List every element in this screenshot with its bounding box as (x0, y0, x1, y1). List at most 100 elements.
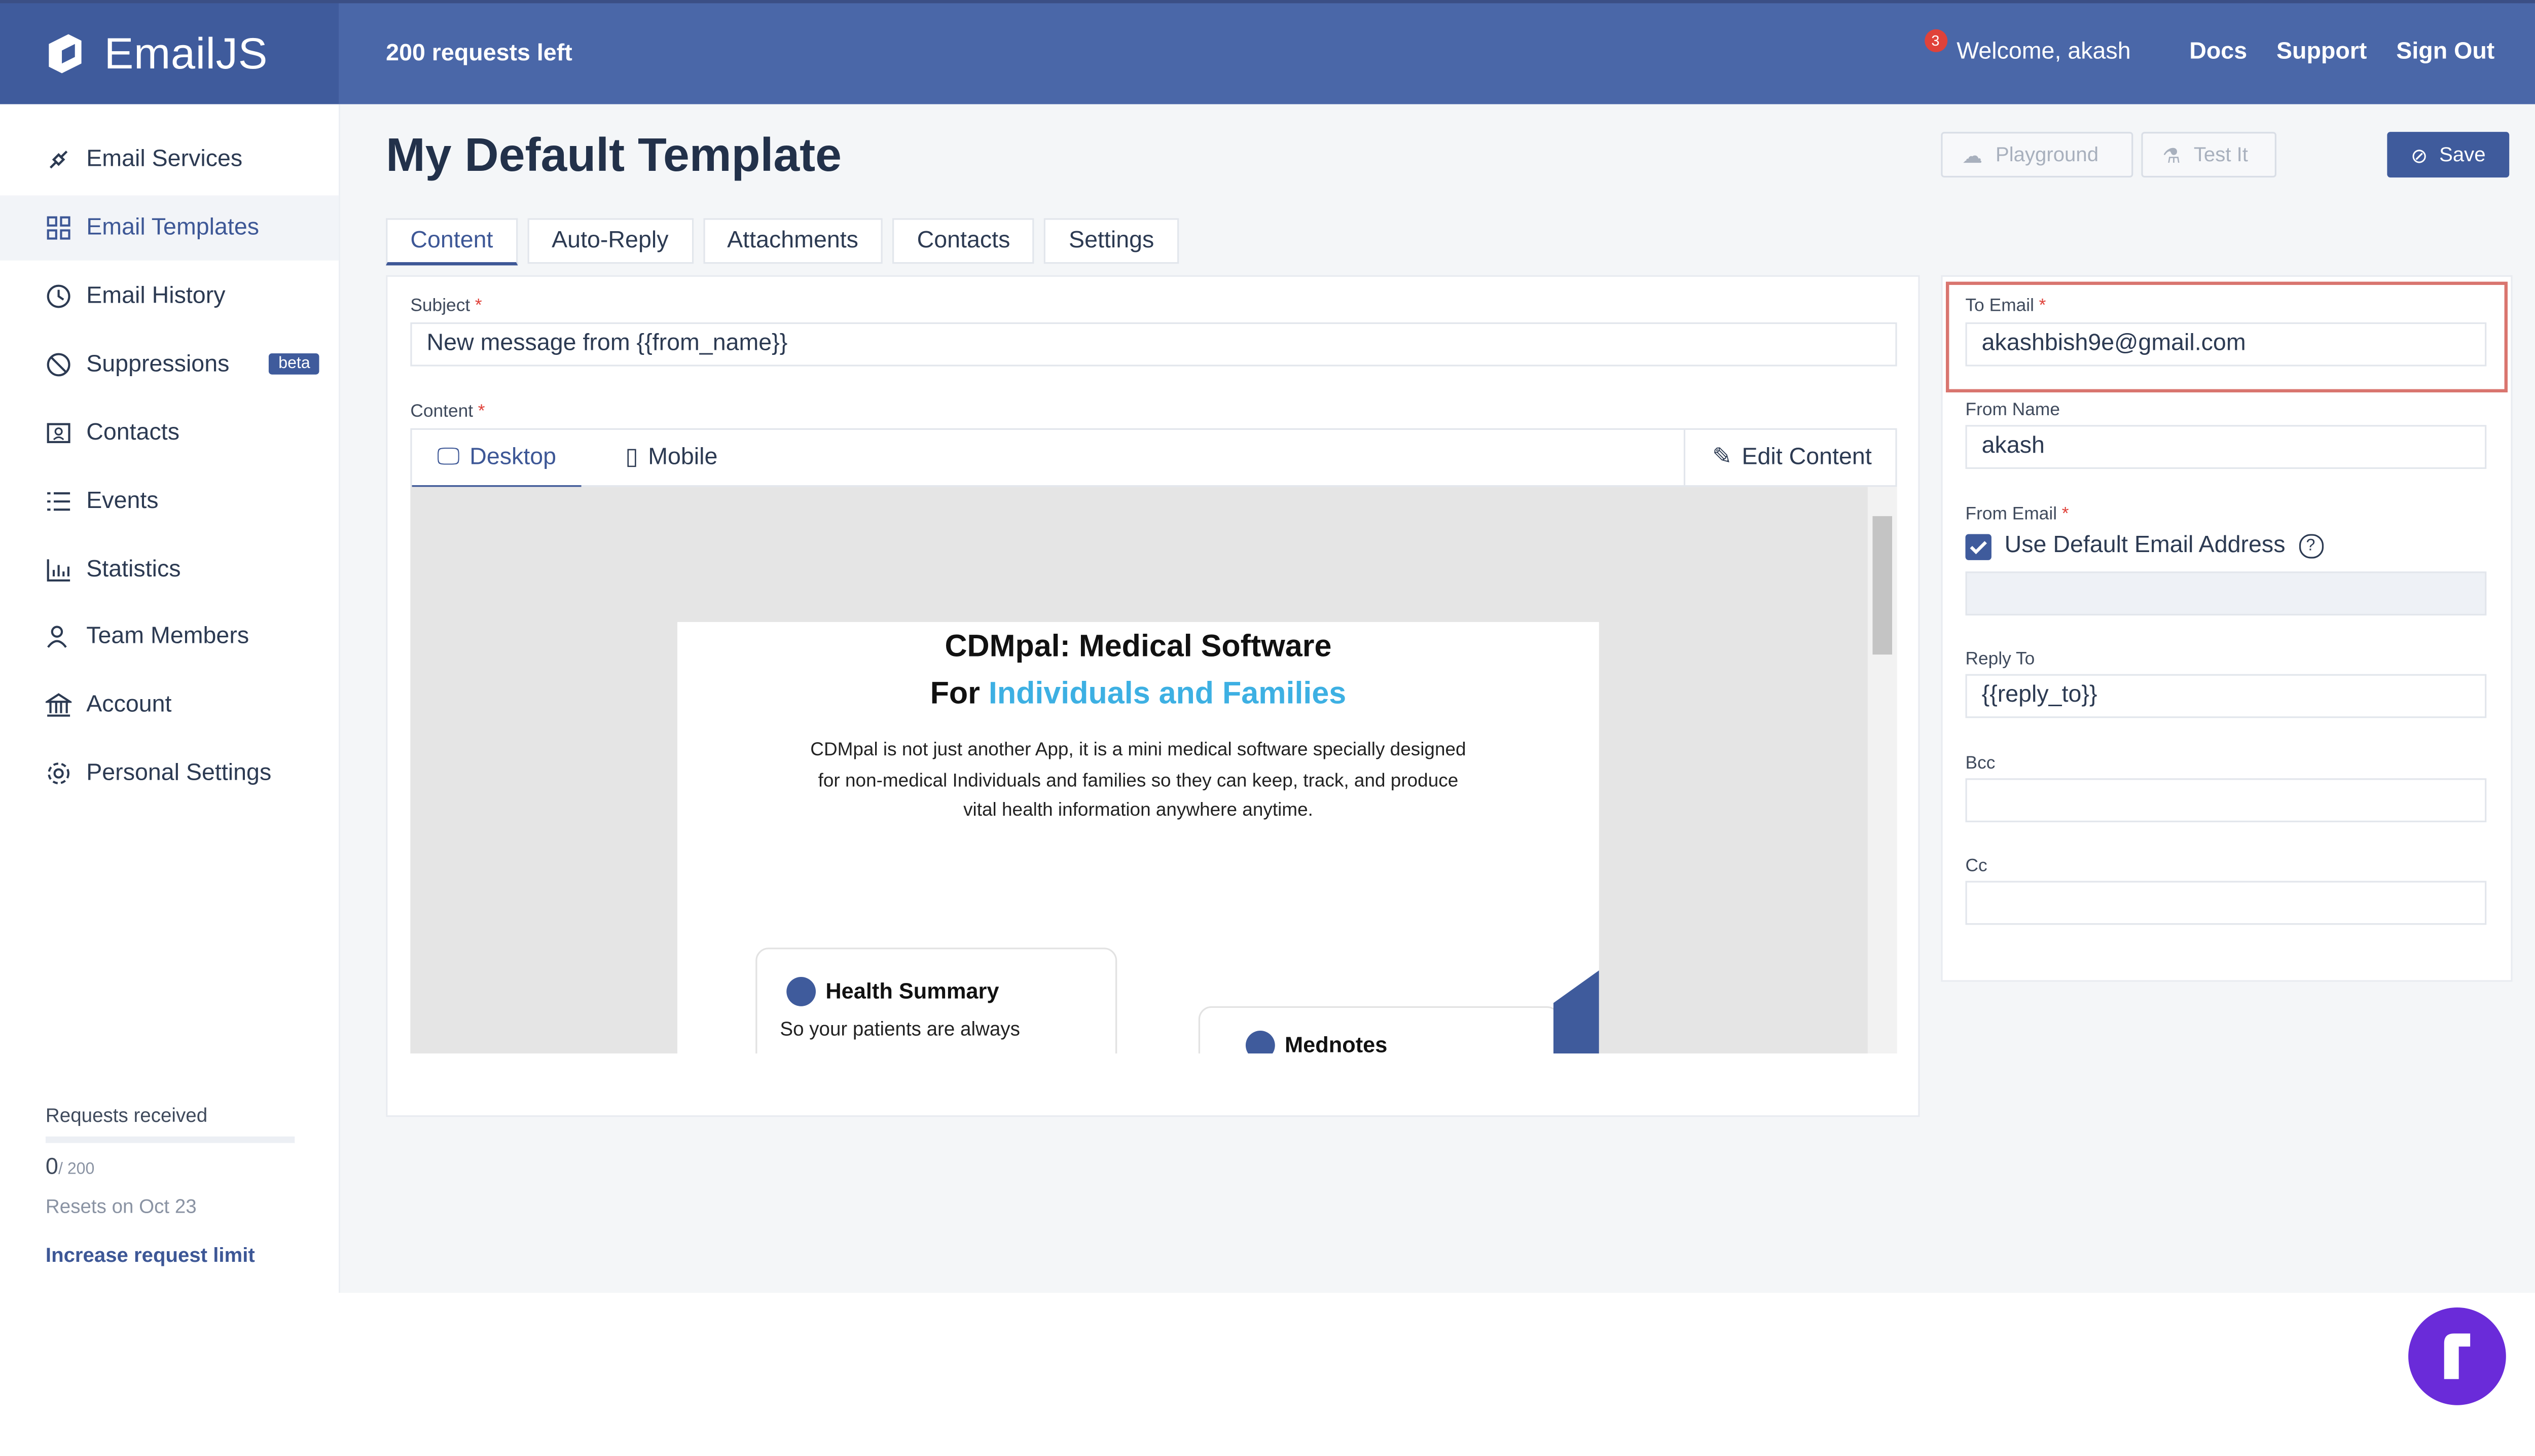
edit-content-button[interactable]: ✎ Edit Content (1683, 429, 1899, 486)
from-email-label: From Email * (1965, 504, 2069, 525)
from-email-input (1965, 571, 2487, 616)
sidebar-item-label: Personal Settings (86, 760, 272, 787)
feature-1-title: Health Summary (825, 978, 999, 1004)
usage-title: Requests received (45, 1104, 208, 1127)
increase-limit-link[interactable]: Increase request limit (46, 1244, 295, 1267)
notification-badge[interactable]: 3 (1924, 29, 1947, 52)
use-default-label-text: Use Default Email Address (2004, 532, 2286, 559)
bcc-input[interactable] (1965, 778, 2487, 822)
list-icon (44, 487, 74, 516)
sidebar-item-email-templates[interactable]: Email Templates (0, 195, 339, 261)
sidebar-item-label: Statistics (86, 557, 181, 583)
edit-content-label: Edit Content (1742, 444, 1872, 471)
help-icon[interactable]: ? (2298, 533, 2323, 558)
feature-card-mednotes: Mednotes (1198, 1006, 1560, 1053)
chat-logo-icon (2444, 1333, 2471, 1379)
playground-label: Playground (1995, 143, 2099, 166)
sidebar-item-events[interactable]: Events (0, 469, 339, 534)
checkmark-icon (1970, 541, 1987, 555)
pencil-icon: ✎ (1712, 444, 1732, 471)
welcome-text[interactable]: 3 Welcome, akash (1924, 29, 2131, 65)
save-label: Save (2439, 143, 2486, 166)
use-default-checkbox[interactable] (1965, 534, 1991, 560)
phone-icon: ▯ (625, 444, 638, 471)
tab-attachments[interactable]: Attachments (702, 218, 883, 264)
sidebar-item-label: Suppressions (86, 351, 230, 378)
tab-settings[interactable]: Settings (1044, 218, 1179, 264)
email-settings-panel: To Email * akashbish9e@gmail.com From Nam… (1941, 275, 2513, 982)
feature-2-title: Mednotes (1285, 1032, 1388, 1053)
gear-icon (44, 759, 74, 788)
check-circle-icon: ⊘ (2410, 144, 2428, 167)
to-email-input[interactable]: akashbish9e@gmail.com (1965, 322, 2487, 367)
bar-chart-icon (44, 555, 74, 585)
preview-headline-2: For Individuals and Families (677, 677, 1599, 713)
preview-scrollbar[interactable] (1867, 487, 1897, 1053)
brand[interactable]: EmailJS (0, 3, 339, 104)
sidebar-item-email-history[interactable]: Email History (0, 264, 339, 329)
sidebar-item-label: Team Members (86, 624, 249, 650)
sidebar-item-email-services[interactable]: Email Services (0, 127, 339, 192)
sidebar-item-label: Account (86, 691, 172, 718)
email-preview[interactable]: CDMpal: Medical Software For Individuals… (410, 487, 1897, 1053)
subject-label-text: Subject (410, 296, 470, 316)
main-content: My Default Template ☁ Playground ⚗ Test … (340, 104, 2535, 1293)
reply-to-input[interactable]: {{reply_to}} (1965, 674, 2487, 718)
chat-widget-button[interactable] (2408, 1307, 2506, 1405)
desktop-tab[interactable]: 🖵 Desktop (412, 430, 582, 489)
cc-input[interactable] (1965, 881, 2487, 925)
usage-progress-bar (45, 1136, 295, 1143)
usage-count-value: 0 (45, 1152, 58, 1179)
requests-left: 200 requests left (386, 41, 572, 67)
sidebar-item-contacts[interactable]: Contacts (0, 401, 339, 465)
sidebar-item-account[interactable]: Account (0, 672, 339, 737)
sidebar-item-label: Events (86, 488, 159, 515)
top-bar: EmailJS 200 requests left 3 Welcome, aka… (0, 0, 2535, 104)
subject-input[interactable]: New message from {{from_name}} (410, 322, 1897, 367)
tab-contacts[interactable]: Contacts (892, 218, 1035, 264)
brand-name: EmailJS (104, 28, 268, 78)
mobile-tab[interactable]: ▯ Mobile (625, 430, 717, 485)
sidebar-item-statistics[interactable]: Statistics (0, 537, 339, 602)
tab-auto-reply[interactable]: Auto-Reply (527, 218, 693, 264)
usage-panel: Requests received 0/ 200 Resets on Oct 2… (45, 1104, 295, 1267)
usage-reset: Resets on Oct 23 (45, 1195, 197, 1218)
sidebar-item-suppressions[interactable]: Suppressions beta (0, 332, 339, 397)
welcome-label: Welcome, akash (1957, 39, 2131, 65)
scrollbar-thumb[interactable] (1872, 516, 1892, 655)
feature-card-health-summary: Health Summary So your patients are alwa… (755, 948, 1117, 1053)
plug-icon (44, 145, 74, 174)
desktop-label: Desktop (469, 444, 557, 471)
contact-card-icon (44, 418, 74, 448)
sidebar-item-label: Email History (86, 283, 226, 310)
sidebar-item-team-members[interactable]: Team Members (0, 604, 339, 669)
preview-body: CDMpal is not just another App, it is a … (810, 741, 1466, 821)
mednotes-icon (1245, 1031, 1275, 1053)
tab-content[interactable]: Content (386, 218, 518, 266)
preview-headline-1: CDMpal: Medical Software (945, 630, 1332, 665)
playground-button[interactable]: ☁ Playground (1941, 132, 2133, 178)
ban-icon (44, 350, 74, 380)
test-it-button[interactable]: ⚗ Test It (2141, 132, 2276, 178)
sidebar-item-personal-settings[interactable]: Personal Settings (0, 741, 339, 806)
usage-limit: / 200 (58, 1160, 95, 1179)
sidebar: Email Services Email Templates Email His… (0, 104, 341, 1293)
test-it-label: Test It (2193, 143, 2248, 166)
usage-count: 0/ 200 (46, 1153, 295, 1179)
cloud-icon: ☁ (1962, 144, 1983, 167)
editor-toolbar: 🖵 Desktop ▯ Mobile ✎ Edit Content (410, 428, 1899, 489)
decorative-shape (1553, 970, 1599, 1053)
history-icon (44, 282, 74, 311)
template-tabs: Content Auto-Reply Attachments Contacts … (386, 218, 1188, 266)
save-button[interactable]: ⊘ Save (2387, 132, 2510, 178)
to-email-label: To Email * (1965, 296, 2046, 316)
headline-2-prefix: For (930, 677, 989, 712)
sign-out-link[interactable]: Sign Out (2396, 39, 2494, 65)
headline-2-accent: Individuals and Families (988, 677, 1347, 712)
use-default-label: Use Default Email Address ? (2004, 532, 2323, 559)
sidebar-item-label: Contacts (86, 420, 180, 447)
email-card: CDMpal: Medical Software For Individuals… (677, 622, 1599, 1053)
from-name-input[interactable]: akash (1965, 425, 2487, 469)
support-link[interactable]: Support (2276, 39, 2367, 65)
docs-link[interactable]: Docs (2189, 39, 2247, 65)
